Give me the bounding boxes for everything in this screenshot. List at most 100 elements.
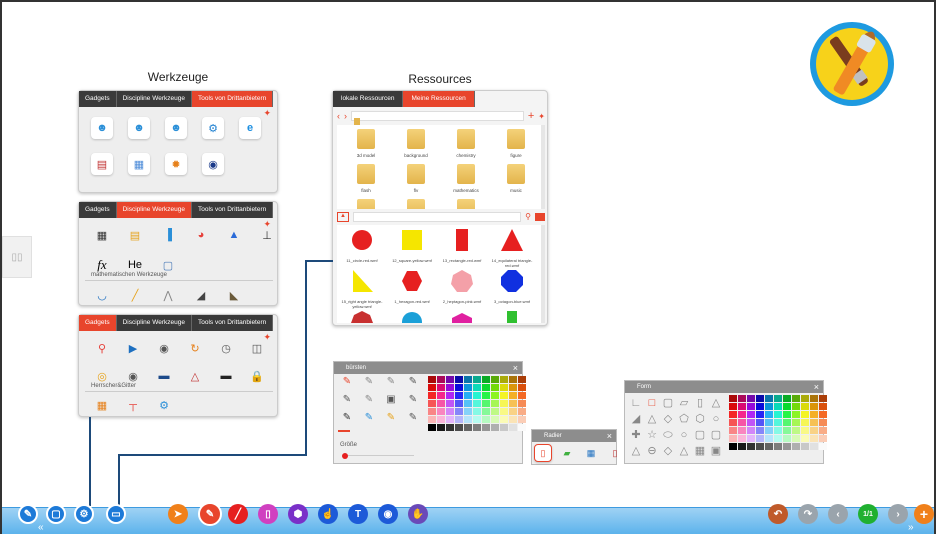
color-swatch[interactable]: [765, 435, 773, 442]
tab-third-party[interactable]: Tools von Drittanbietern: [191, 202, 274, 218]
color-swatch[interactable]: [482, 424, 490, 431]
color-swatch[interactable]: [819, 411, 827, 418]
bulb-app-icon[interactable]: ◉: [202, 153, 224, 175]
color-swatch[interactable]: [747, 395, 755, 402]
gear-icon[interactable]: ⚙: [74, 504, 94, 524]
set-square-icon[interactable]: ◢: [190, 284, 212, 306]
search-input[interactable]: [353, 211, 522, 222]
shape-type-icon[interactable]: ▦: [692, 443, 708, 459]
shape-item[interactable]: 6_cube-pink.wmf: [439, 311, 485, 323]
color-swatch[interactable]: [810, 443, 818, 450]
color-swatch[interactable]: [783, 411, 791, 418]
folder-item[interactable]: flv: [391, 164, 441, 193]
color-swatch[interactable]: [792, 427, 800, 434]
gear-icon[interactable]: ⚙: [202, 117, 224, 139]
brush-type-icon[interactable]: ✎: [402, 412, 424, 430]
color-swatch[interactable]: [765, 411, 773, 418]
color-swatch[interactable]: [437, 424, 445, 431]
color-swatch[interactable]: [783, 395, 791, 402]
color-swatch[interactable]: [747, 403, 755, 410]
color-swatch[interactable]: [464, 408, 472, 415]
color-swatch[interactable]: [464, 416, 472, 423]
next-page-icon[interactable]: ›: [888, 504, 908, 524]
image-icon[interactable]: ▲: [337, 211, 349, 222]
brush-type-icon[interactable]: ✎: [402, 394, 424, 412]
color-swatch[interactable]: [500, 376, 508, 383]
color-swatch[interactable]: [428, 416, 436, 423]
folder-item[interactable]: 3d model: [341, 129, 391, 158]
color-swatch[interactable]: [428, 424, 436, 431]
color-swatch[interactable]: [437, 384, 445, 391]
color-swatch[interactable]: [729, 427, 737, 434]
back-icon[interactable]: ‹: [337, 111, 340, 121]
shape-type-icon[interactable]: ◢: [628, 411, 644, 427]
color-swatch[interactable]: [729, 443, 737, 450]
shape-type-icon[interactable]: ○: [708, 411, 724, 427]
color-swatch[interactable]: [765, 419, 773, 426]
shape-type-icon[interactable]: ∟: [628, 395, 644, 411]
brush-type-icon[interactable]: ✎: [336, 412, 358, 430]
color-swatch[interactable]: [446, 424, 454, 431]
select-arrow-icon[interactable]: ➤: [168, 504, 188, 524]
color-swatch[interactable]: [464, 392, 472, 399]
compass-icon[interactable]: ⋀: [157, 284, 179, 306]
color-swatch[interactable]: [455, 416, 463, 423]
color-swatch[interactable]: [455, 376, 463, 383]
side-panel-handle[interactable]: ▯▯: [2, 236, 32, 278]
color-swatch[interactable]: [729, 395, 737, 402]
color-swatch[interactable]: [518, 424, 526, 431]
brush-type-icon[interactable]: ✎: [358, 376, 380, 394]
view-mode-icon[interactable]: [535, 212, 545, 221]
color-swatch[interactable]: [446, 416, 454, 423]
folder-icon[interactable]: ▭: [106, 504, 126, 524]
color-swatch[interactable]: [801, 411, 809, 418]
color-swatch[interactable]: [774, 403, 782, 410]
close-icon[interactable]: ×: [814, 381, 819, 393]
pen-icon[interactable]: ✎: [198, 502, 222, 526]
color-swatch[interactable]: [500, 408, 508, 415]
color-swatch[interactable]: [518, 392, 526, 399]
color-swatch[interactable]: [491, 400, 499, 407]
color-swatch[interactable]: [518, 408, 526, 415]
folder-item[interactable]: [341, 199, 391, 209]
video-player-icon[interactable]: ▶: [122, 337, 144, 359]
color-swatch[interactable]: [801, 419, 809, 426]
color-swatch[interactable]: [491, 416, 499, 423]
color-swatch[interactable]: [765, 427, 773, 434]
ruler-t-icon[interactable]: ┬: [122, 394, 144, 416]
screen-icon[interactable]: ▬: [153, 365, 175, 387]
color-swatch[interactable]: [819, 403, 827, 410]
spreadsheet-icon[interactable]: ▦: [128, 153, 150, 175]
color-swatch[interactable]: [500, 392, 508, 399]
user-info-icon[interactable]: ☻: [165, 117, 187, 139]
whiteboard-icon[interactable]: ▢: [46, 504, 66, 524]
color-swatch[interactable]: [491, 392, 499, 399]
color-swatch[interactable]: [792, 435, 800, 442]
folder-item[interactable]: mathematics: [441, 164, 491, 193]
color-swatch[interactable]: [509, 384, 517, 391]
color-swatch[interactable]: [500, 384, 508, 391]
lock-icon[interactable]: 🔒: [246, 365, 268, 387]
pin-icon[interactable]: ✦: [263, 108, 271, 119]
shape-type-icon[interactable]: □: [644, 395, 660, 411]
color-swatch[interactable]: [801, 403, 809, 410]
shape-item[interactable]: 5_decagon-blue.wmf: [389, 311, 435, 323]
color-swatch[interactable]: [428, 400, 436, 407]
shape-type-icon[interactable]: ☆: [644, 427, 660, 443]
line-icon[interactable]: ╱: [228, 504, 248, 524]
edit-mode-icon[interactable]: ✎: [18, 504, 38, 524]
color-swatch[interactable]: [747, 411, 755, 418]
color-swatch[interactable]: [756, 443, 764, 450]
color-swatch[interactable]: [810, 435, 818, 442]
shape-type-icon[interactable]: ◇: [660, 411, 676, 427]
color-swatch[interactable]: [801, 395, 809, 402]
shape-item[interactable]: 7_cuboid-green.wmf: [489, 311, 535, 323]
pie-chart-icon[interactable]: ◕: [190, 224, 212, 246]
folder-item[interactable]: figure: [491, 129, 541, 158]
color-swatch[interactable]: [455, 400, 463, 407]
color-swatch[interactable]: [810, 419, 818, 426]
color-swatch[interactable]: [491, 408, 499, 415]
color-swatch[interactable]: [473, 392, 481, 399]
pin-icon[interactable]: ✦: [263, 219, 271, 230]
color-swatch[interactable]: [482, 408, 490, 415]
